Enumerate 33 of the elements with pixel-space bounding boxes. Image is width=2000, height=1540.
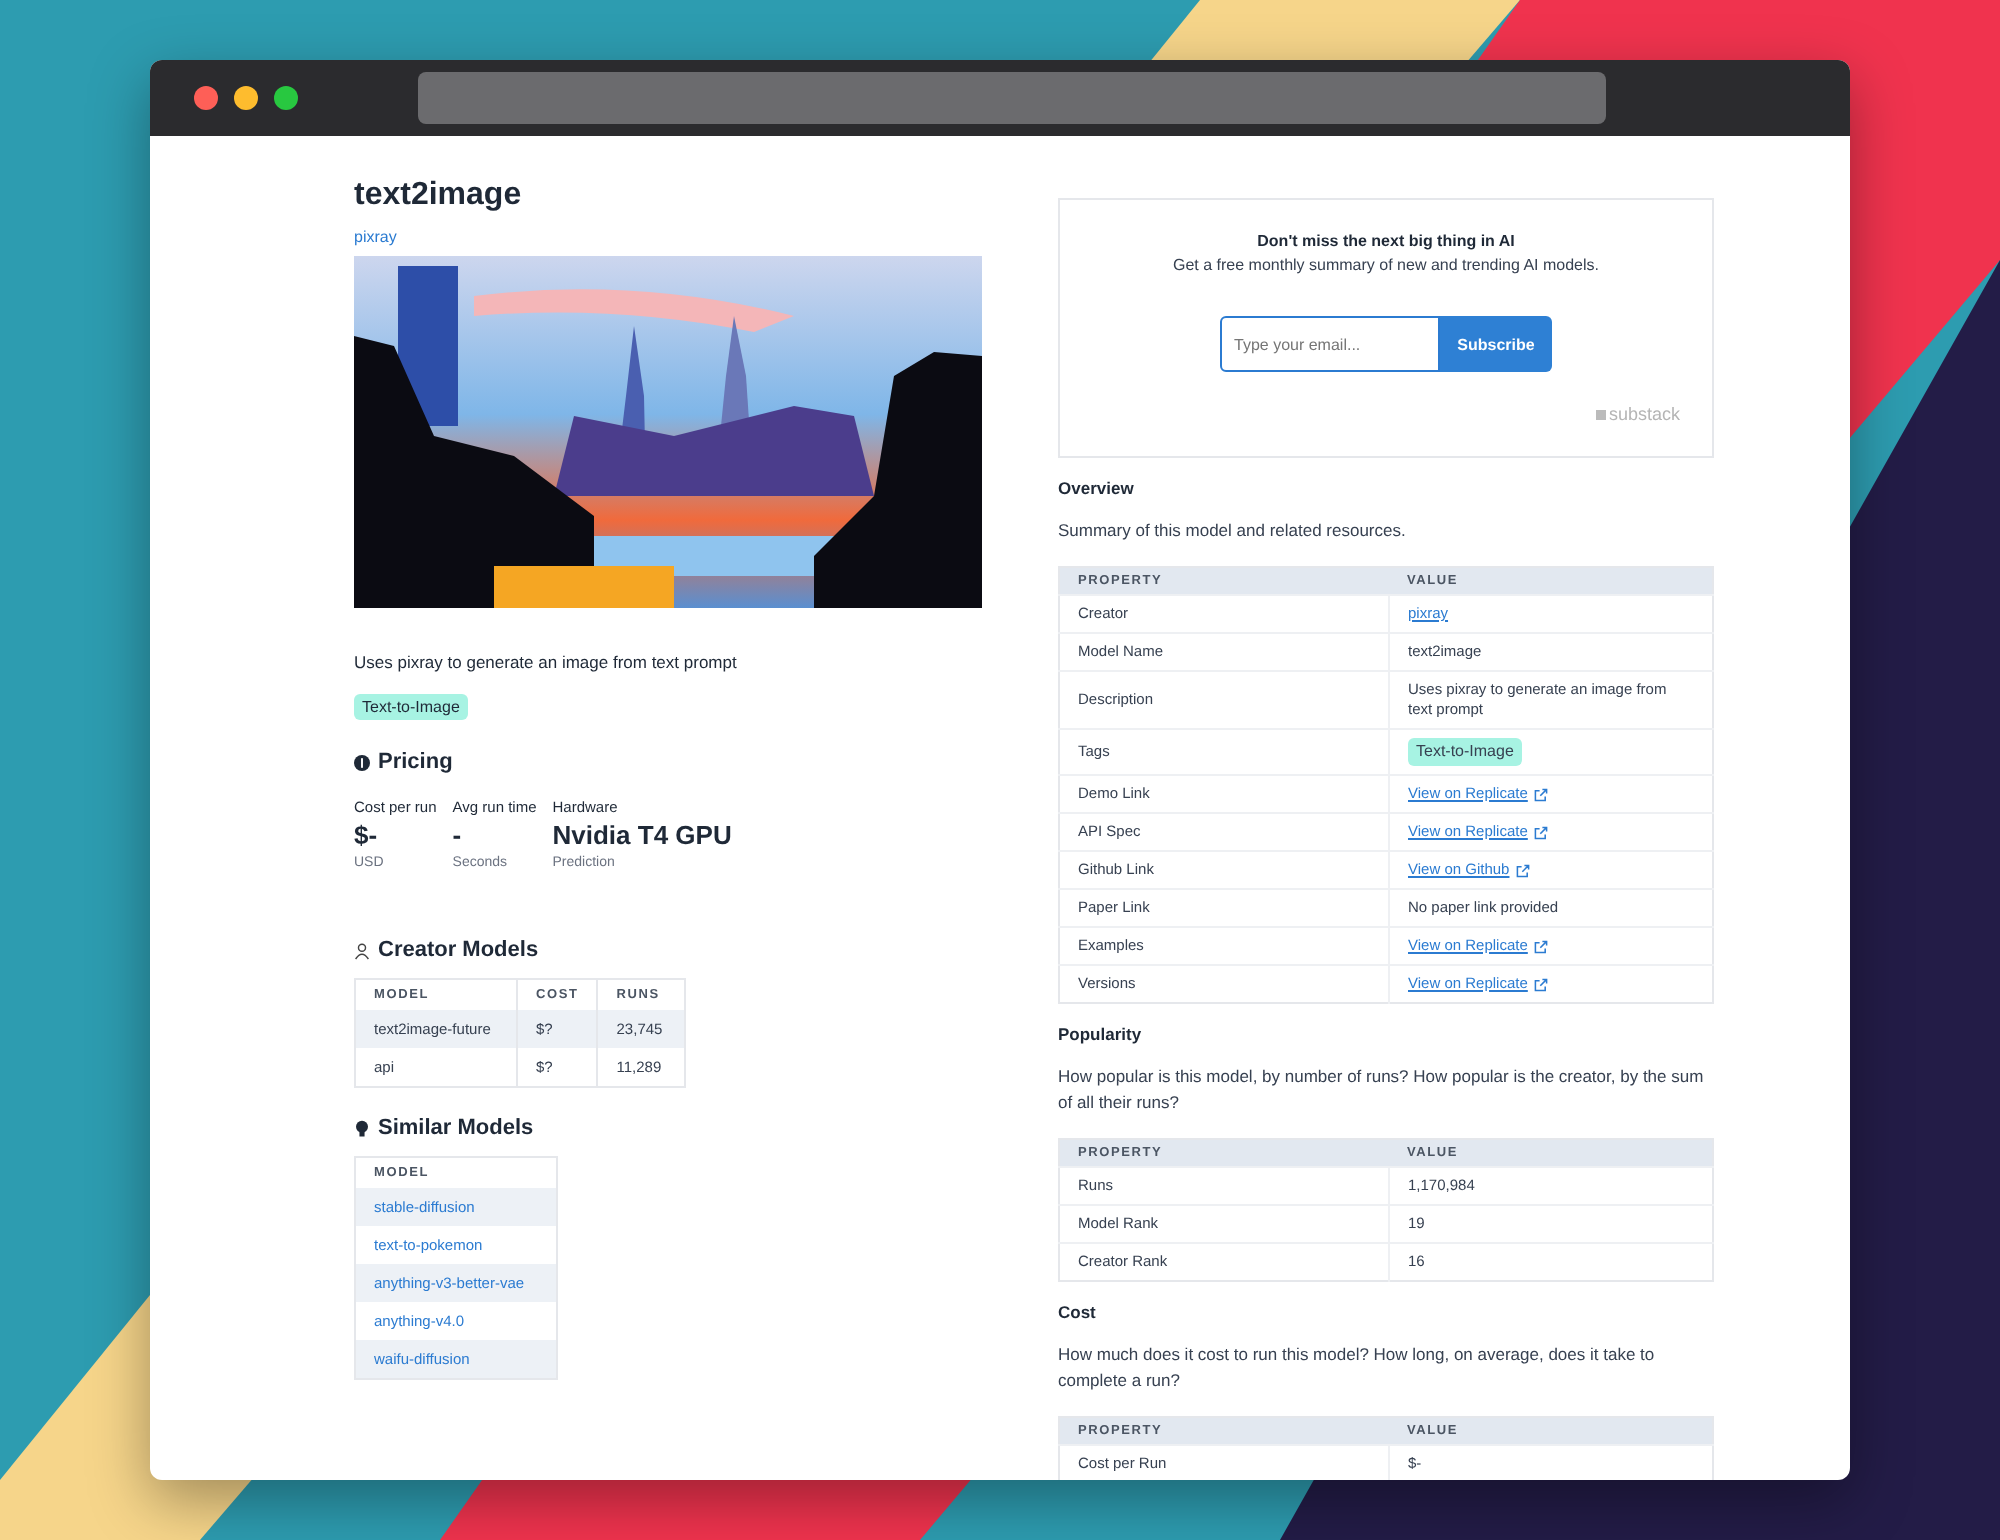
external-link-icon xyxy=(1533,977,1548,991)
lightbulb-icon xyxy=(354,1119,370,1137)
substack-icon xyxy=(1596,409,1607,419)
model-description: Uses pixray to generate an image from text prompt xyxy=(354,652,739,672)
section-heading: Similar Models xyxy=(378,1116,534,1140)
section-text: How popular is this model, by number of runs? How popular is the creator, by the sum of all their runs? xyxy=(1058,1064,1706,1116)
email-field[interactable]: Type your email... xyxy=(1220,316,1440,372)
external-link-icon xyxy=(1533,825,1548,839)
user-icon xyxy=(354,941,370,959)
newsletter-text: Get a free monthly summary of new and trending AI models. xyxy=(1173,256,1599,274)
maximize-icon[interactable] xyxy=(274,86,298,110)
section-heading: Pricing xyxy=(378,750,453,774)
external-link-icon xyxy=(1533,939,1548,953)
section-text: Summary of this model and related resources. xyxy=(1058,518,1408,544)
newsletter-heading: Don't miss the next big thing in AI xyxy=(1257,232,1515,250)
model-title: text2image xyxy=(354,176,524,216)
stat-value: Nvidia T4 GPU xyxy=(552,820,732,850)
section-title: Popularity xyxy=(1058,1024,1144,1044)
section-text: How much does it cost to run this model? How long, on average, does it take to complete a run? xyxy=(1058,1342,1657,1394)
section-heading: Creator Models xyxy=(378,938,539,962)
subscribe-button[interactable]: Subscribe xyxy=(1440,316,1552,372)
external-link-icon xyxy=(1515,863,1530,877)
external-link-icon xyxy=(1533,787,1548,801)
creator-link[interactable]: pixray xyxy=(354,228,397,246)
tag[interactable]: Text-to-Image xyxy=(354,694,468,720)
section-title: Cost xyxy=(1058,1302,1098,1322)
brand-name: substack xyxy=(1608,404,1680,424)
stat-value: $- xyxy=(354,820,380,850)
tag[interactable]: Text-to-Image xyxy=(1408,738,1522,766)
section-title: Overview xyxy=(1058,478,1136,498)
close-icon[interactable] xyxy=(194,86,218,110)
minimize-icon[interactable] xyxy=(234,86,258,110)
stat-value: - xyxy=(452,820,464,850)
